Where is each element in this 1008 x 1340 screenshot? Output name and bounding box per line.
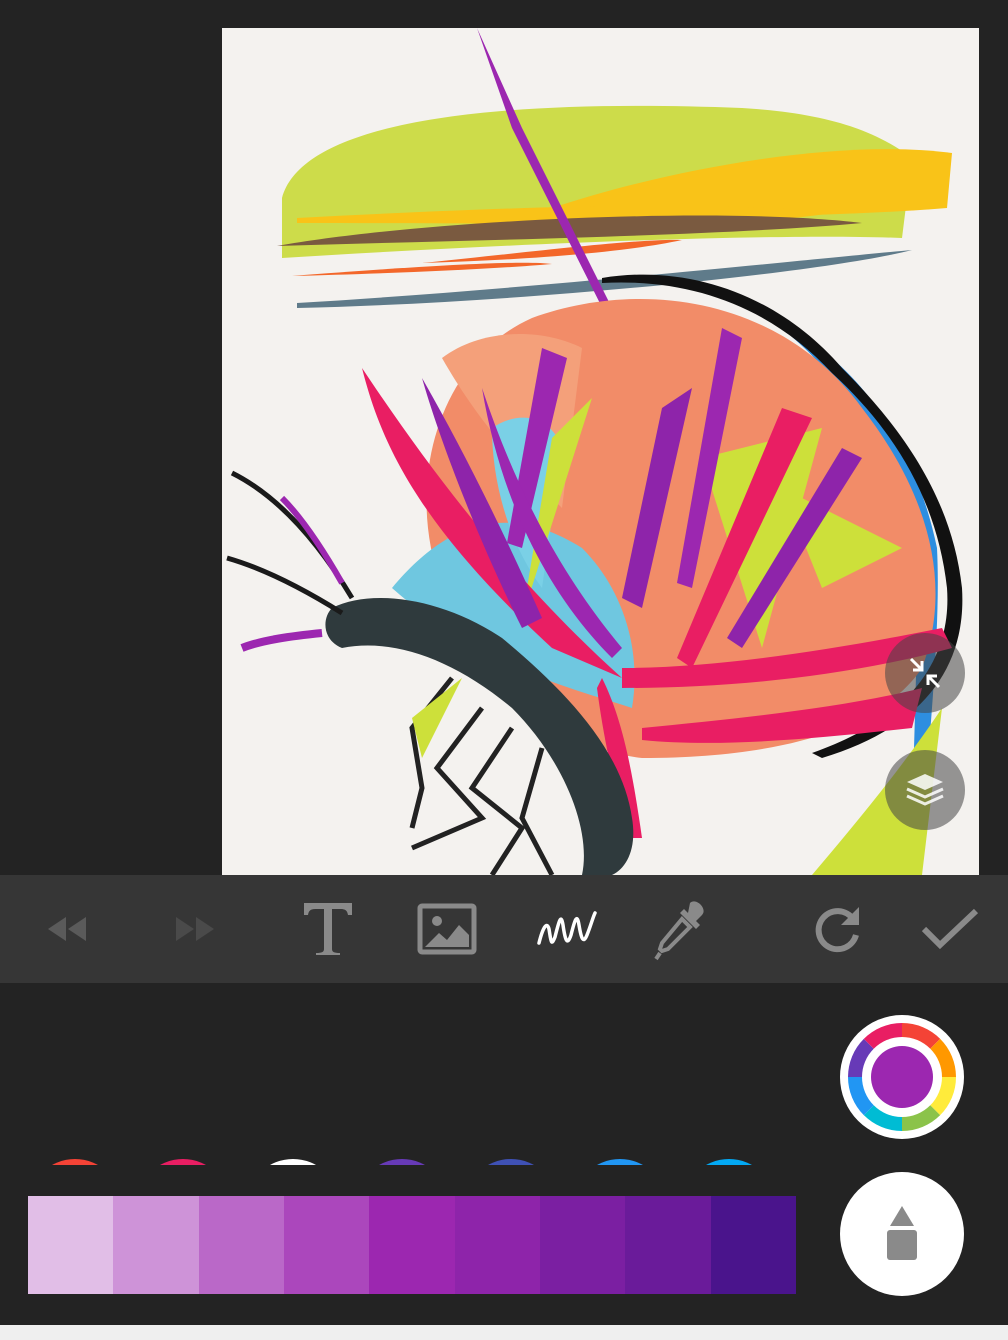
shade-swatch[interactable] <box>283 1196 370 1294</box>
collapse-button[interactable] <box>885 633 965 713</box>
butterfly-artwork <box>226 28 963 875</box>
toolbar <box>0 875 1008 983</box>
layers-icon <box>906 774 944 806</box>
brush-stroke-icon <box>537 911 597 945</box>
collapse-icon <box>909 657 941 689</box>
layers-button[interactable] <box>885 750 965 830</box>
shade-swatch[interactable] <box>625 1196 711 1294</box>
color-wheel-button[interactable] <box>840 1015 964 1139</box>
color-wheel-icon <box>848 1023 956 1131</box>
rewind-icon <box>48 917 86 941</box>
redo-icon <box>815 907 859 953</box>
color-swatch[interactable] <box>573 1159 667 1165</box>
done-button[interactable] <box>905 875 995 983</box>
color-swatch[interactable] <box>355 1159 449 1165</box>
shade-swatch[interactable] <box>539 1196 626 1294</box>
color-swatch[interactable] <box>464 1159 558 1165</box>
color-swatch[interactable] <box>791 1159 796 1165</box>
color-swatch[interactable] <box>136 1159 230 1165</box>
system-bar <box>0 1325 1008 1340</box>
shade-swatch[interactable] <box>454 1196 540 1294</box>
undo-button[interactable] <box>22 875 112 983</box>
shade-swatch[interactable] <box>28 1196 114 1294</box>
pencil-icon <box>887 1206 917 1260</box>
shade-swatch[interactable] <box>113 1196 199 1294</box>
shade-swatch[interactable] <box>710 1196 796 1294</box>
text-tool-icon <box>304 903 352 955</box>
brush-tool-button[interactable] <box>522 875 612 983</box>
color-swatch-selected[interactable] <box>246 1159 340 1165</box>
text-tool-button[interactable] <box>283 875 373 983</box>
check-icon <box>921 908 979 950</box>
redo-button[interactable] <box>792 875 882 983</box>
fast-forward-icon <box>176 917 214 941</box>
swatch-strip[interactable] <box>0 1071 796 1165</box>
image-tool-button[interactable] <box>402 875 492 983</box>
shade-swatch[interactable] <box>198 1196 284 1294</box>
color-swatch[interactable] <box>28 1159 122 1165</box>
brush-selector-button[interactable] <box>840 1172 964 1296</box>
drawing-canvas[interactable] <box>222 28 979 875</box>
eyedropper-icon <box>654 901 704 961</box>
eyedropper-button[interactable] <box>637 875 727 983</box>
canvas-area <box>0 0 1008 875</box>
image-tool-icon <box>417 903 477 955</box>
forward-button[interactable] <box>150 875 240 983</box>
color-swatch[interactable] <box>682 1159 776 1165</box>
shade-strip <box>28 1196 796 1294</box>
shade-swatch[interactable] <box>369 1196 455 1294</box>
